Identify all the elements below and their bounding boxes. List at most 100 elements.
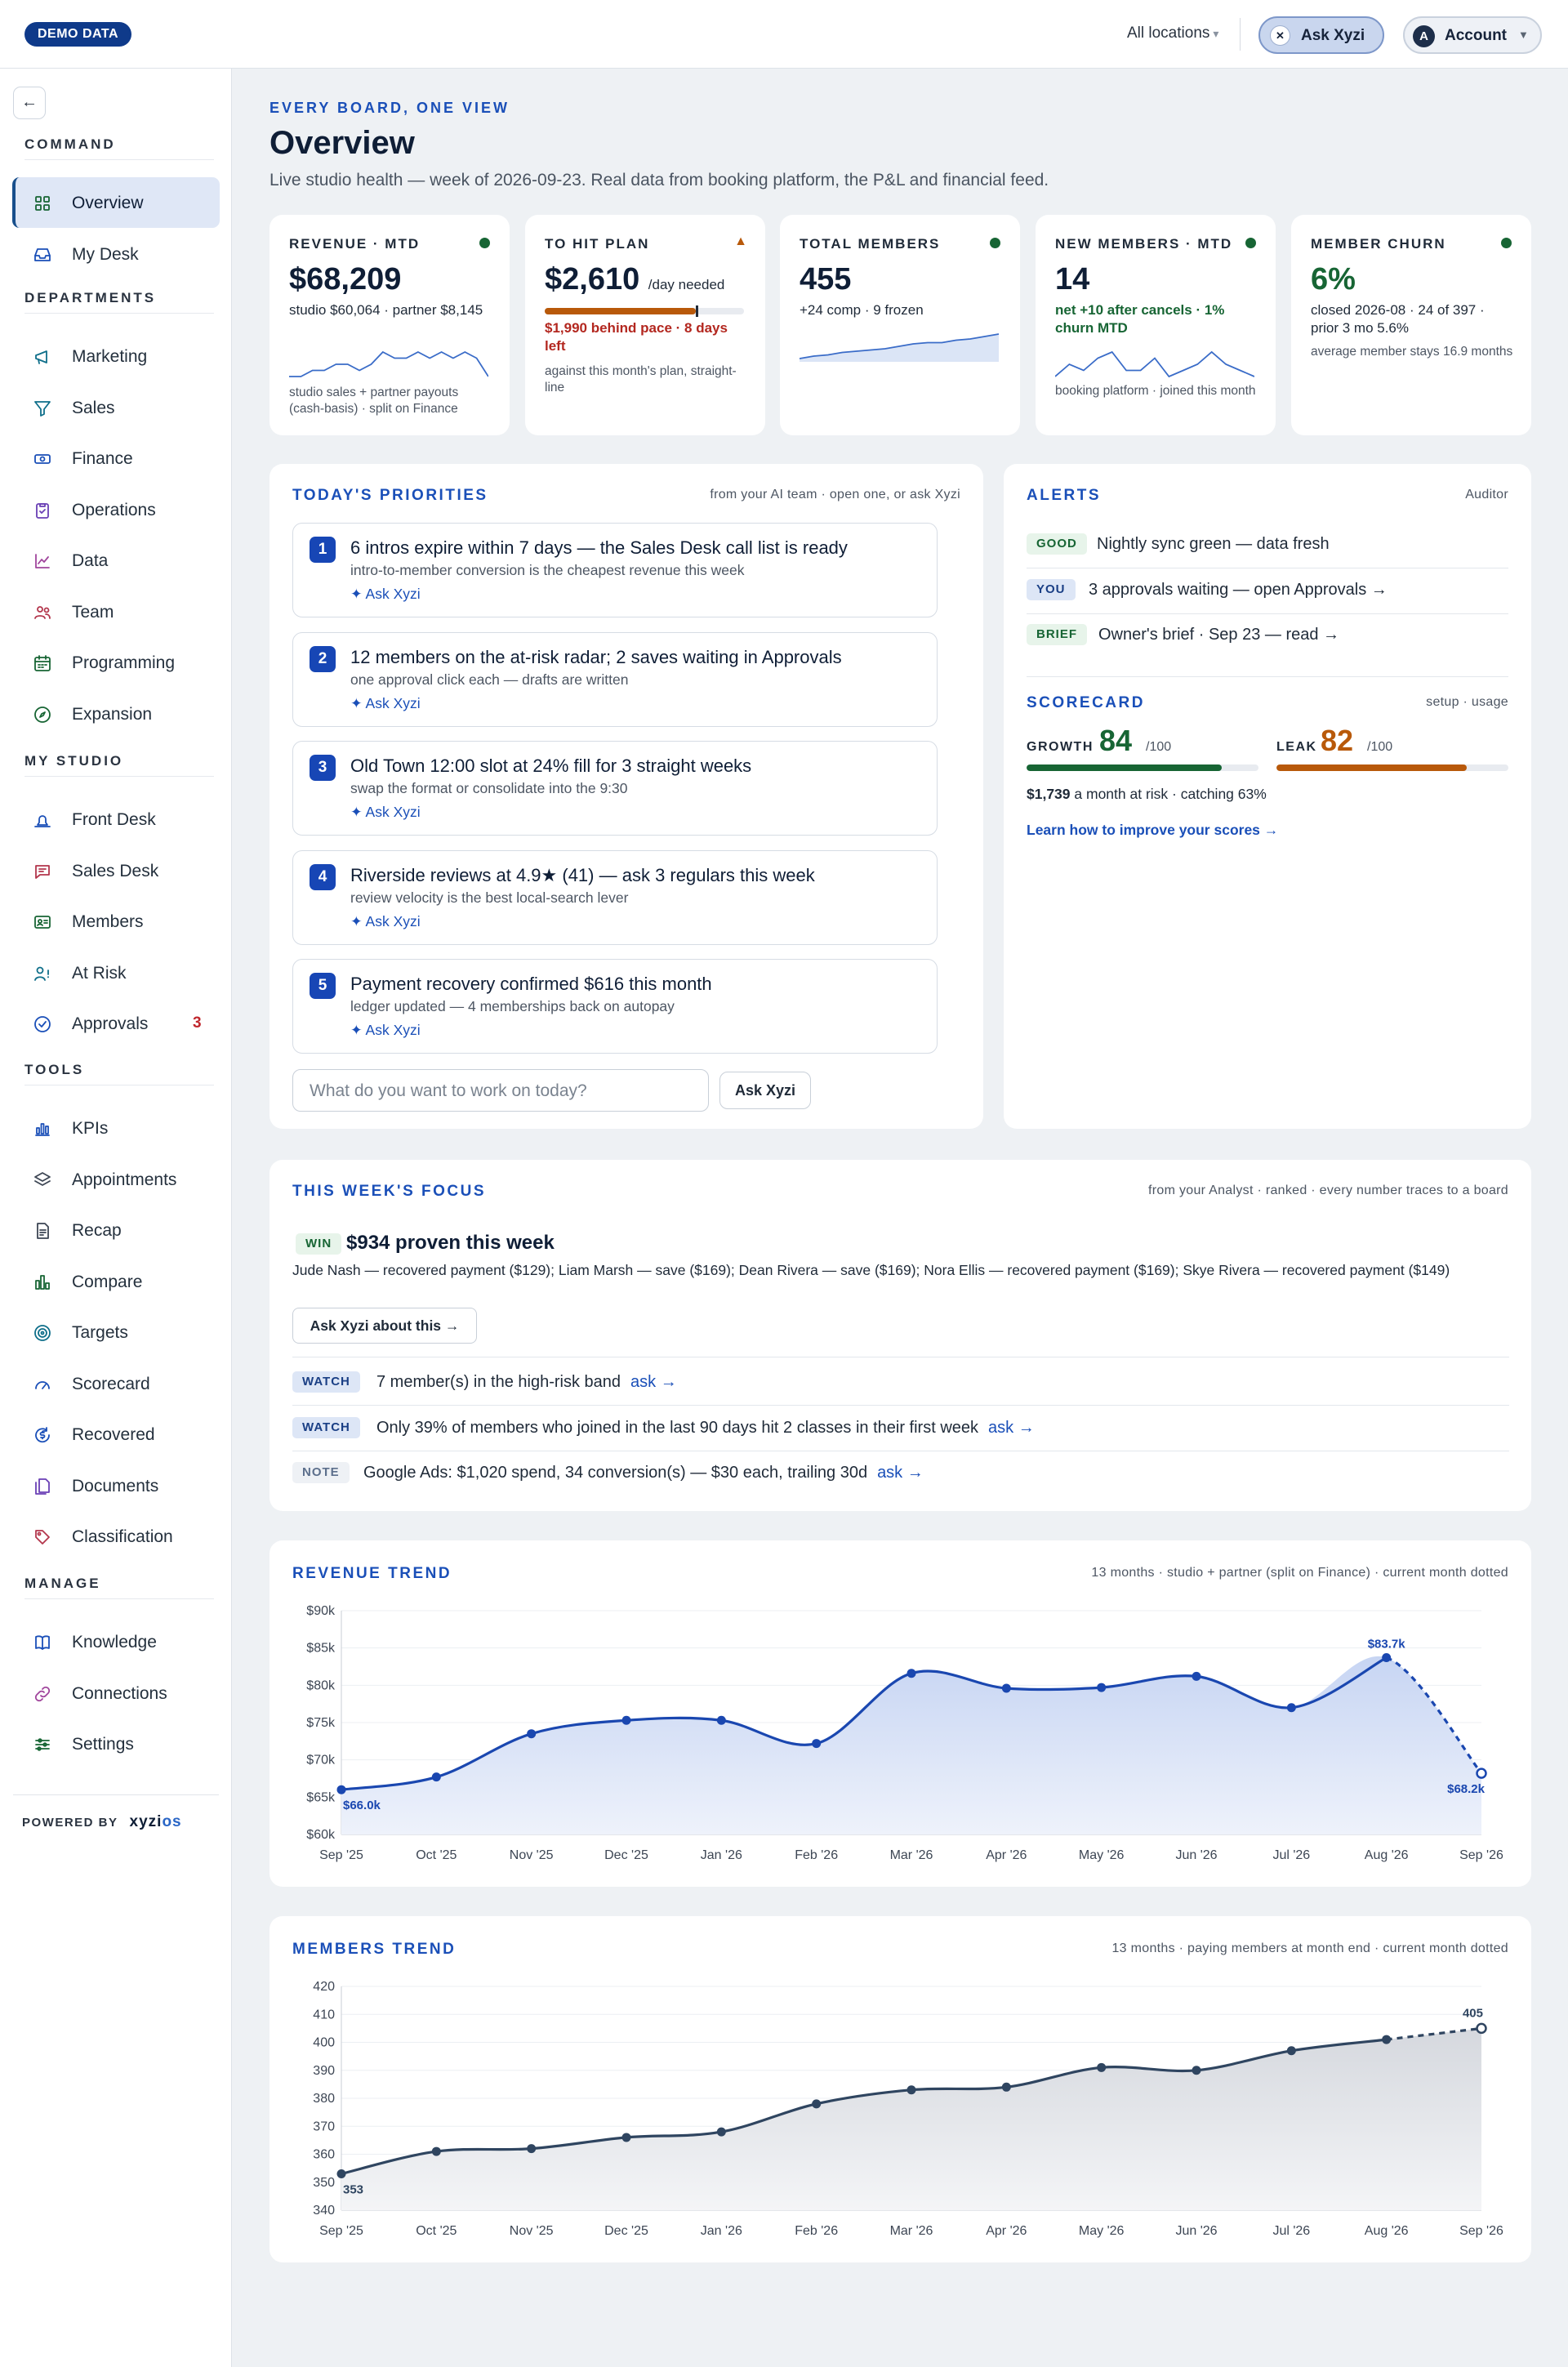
bar-chart-icon <box>33 1119 52 1139</box>
x-tick-label: Aug '26 <box>1365 1848 1409 1862</box>
bell-icon <box>33 810 52 830</box>
sidebar-item-data[interactable]: Data <box>12 535 220 586</box>
focus-ask-link[interactable]: ask → <box>630 1373 677 1391</box>
y-tick-label: $70k <box>306 1754 336 1767</box>
x-tick-label: Apr '26 <box>986 1848 1027 1862</box>
sidebar-item-compare[interactable]: Compare <box>12 1256 220 1307</box>
sidebar-item-scorecard[interactable]: Scorecard <box>12 1358 220 1409</box>
sidebar-item-at-risk[interactable]: At Risk <box>12 947 220 998</box>
alert-row[interactable]: BRIEF Owner's brief · Sep 23 — read → <box>1027 613 1508 659</box>
alerts-title: ALERTS <box>1027 487 1101 504</box>
sidebar-item-sales[interactable]: Sales <box>12 382 220 433</box>
priority-ask-xyzi-link[interactable]: ✦ Ask Xyzi <box>350 695 421 712</box>
scorecard-aside[interactable]: setup · usage <box>1426 695 1508 710</box>
kpi-sparkline <box>800 333 999 362</box>
data-point <box>621 1715 631 1725</box>
alert-row[interactable]: YOU 3 approvals waiting — open Approvals … <box>1027 568 1508 614</box>
sidebar-item-finance[interactable]: Finance <box>12 433 220 484</box>
alert-row[interactable]: GOOD Nightly sync green — data fresh <box>1027 523 1508 568</box>
x-tick-label: Jul '26 <box>1272 2224 1310 2238</box>
x-tick-label: May '26 <box>1079 1848 1125 1862</box>
sidebar-item-documents[interactable]: Documents <box>12 1460 220 1511</box>
kpi-card-1[interactable]: REVENUE · MTD $68,209 studio $60,064 · par… <box>270 215 510 435</box>
focus-ask-link[interactable]: ask → <box>877 1464 924 1482</box>
priority-item[interactable]: 3 Old Town 12:00 slot at 24% fill for 3 s… <box>292 741 938 836</box>
sidebar-item-label: Data <box>72 551 109 570</box>
priority-item[interactable]: 4 Riverside reviews at 4.9★ (41) — ask 3 … <box>292 849 938 945</box>
kpi-card-4[interactable]: NEW MEMBERS · MTD 14 net +10 after cancels… <box>1036 215 1276 435</box>
xyzi-logo-icon: ✕ <box>1270 25 1290 46</box>
x-tick-label: Oct '25 <box>416 2224 457 2238</box>
sidebar-item-settings[interactable]: Settings <box>12 1718 220 1769</box>
x-tick-label: Sep '25 <box>319 1848 363 1862</box>
sidebar-item-recap[interactable]: Recap <box>12 1205 220 1255</box>
sidebar-item-label: Finance <box>72 449 133 468</box>
priority-ask-xyzi-link[interactable]: ✦ Ask Xyzi <box>350 913 421 930</box>
sidebar-item-recovered[interactable]: Recovered <box>12 1409 220 1460</box>
sidebar-item-expansion[interactable]: Expansion <box>12 689 220 739</box>
focus-card: THIS WEEK'S FOCUS from your Analyst · ra… <box>270 1160 1531 1511</box>
sidebar-item-sales-desk[interactable]: Sales Desk <box>12 845 220 896</box>
sidebar-item-targets[interactable]: Targets <box>12 1307 220 1357</box>
sidebar-item-appointments[interactable]: Appointments <box>12 1154 220 1205</box>
ask-xyzi-submit-button[interactable]: Ask Xyzi <box>719 1072 811 1109</box>
leak-bar <box>1276 764 1508 771</box>
approvals-count-badge: 3 <box>193 1014 202 1032</box>
kpi-card-2[interactable]: TO HIT PLAN ▲ $2,610 /day needed $1,990 beh… <box>525 215 765 435</box>
sidebar-item-knowledge[interactable]: Knowledge <box>12 1616 220 1667</box>
sidebar-item-members[interactable]: Members <box>12 896 220 947</box>
kpi-value: 455 <box>800 262 852 296</box>
data-label: $66.0k <box>343 1799 381 1812</box>
improve-scores-link[interactable]: Learn how to improve your scores → <box>1027 822 1278 839</box>
x-tick-label: Jul '26 <box>1272 1848 1310 1862</box>
sidebar-item-connections[interactable]: Connections <box>12 1668 220 1718</box>
priority-item[interactable]: 1 6 intros expire within 7 days — the Sal… <box>292 523 938 617</box>
check-circle-icon <box>33 1014 52 1034</box>
sidebar-item-team[interactable]: Team <box>12 586 220 637</box>
x-tick-label: Sep '25 <box>319 2224 363 2238</box>
priority-title: Old Town 12:00 slot at 24% fill for 3 st… <box>350 756 752 776</box>
kpi-card-5[interactable]: MEMBER CHURN 6% closed 2026-08 · 24 of 397… <box>1291 215 1531 435</box>
leak-max: /100 <box>1367 740 1393 754</box>
data-point <box>1001 2082 1011 2092</box>
sidebar-item-label: Settings <box>72 1735 134 1754</box>
sidebar-item-marketing[interactable]: Marketing <box>12 331 220 381</box>
sidebar-item-operations[interactable]: Operations <box>12 484 220 535</box>
work-on-input[interactable]: What do you want to work on today? <box>292 1069 709 1112</box>
sidebar-item-kpis[interactable]: KPIs <box>12 1103 220 1153</box>
users-icon <box>33 603 52 622</box>
priority-number: 1 <box>310 537 336 563</box>
chevron-down-icon: ▼ <box>1518 29 1529 41</box>
priority-ask-xyzi-link[interactable]: ✦ Ask Xyzi <box>350 1022 421 1039</box>
location-selector[interactable]: All locations ▾ <box>1127 25 1218 42</box>
sidebar-item-approvals[interactable]: Approvals 3 <box>12 998 220 1049</box>
priority-item[interactable]: 5 Payment recovery confirmed $616 this mo… <box>292 959 938 1054</box>
priority-item[interactable]: 2 12 members on the at-risk radar; 2 save… <box>292 631 938 727</box>
sidebar-item-front-desk[interactable]: Front Desk <box>12 794 220 845</box>
ask-xyzi-button[interactable]: ✕ Ask Xyzi <box>1258 16 1384 54</box>
alert-tag: GOOD <box>1027 533 1087 555</box>
priority-number: 5 <box>310 973 336 999</box>
y-tick-label: 360 <box>313 2148 335 2162</box>
sidebar-item-classification[interactable]: Classification <box>12 1511 220 1562</box>
sidebar-item-programming[interactable]: Programming <box>12 637 220 688</box>
priority-ask-xyzi-link[interactable]: ✦ Ask Xyzi <box>350 586 421 603</box>
back-button[interactable]: ← <box>13 87 46 119</box>
sidebar-item-label: Sales Desk <box>72 861 159 880</box>
kpi-card-3[interactable]: TOTAL MEMBERS 455 +24 comp · 9 frozen <box>780 215 1020 435</box>
sidebar-item-overview[interactable]: Overview <box>12 177 220 228</box>
sidebar-item-label: My Desk <box>72 244 139 264</box>
line-chart-icon <box>33 551 52 571</box>
account-menu-button[interactable]: A Account ▼ <box>1403 16 1542 54</box>
focus-ask-link[interactable]: ask → <box>988 1419 1035 1437</box>
sidebar-item-my-desk[interactable]: My Desk <box>12 229 220 279</box>
sidebar-section-departments: DEPARTMENTS <box>24 290 215 314</box>
sidebar-item-label: Documents <box>72 1476 159 1496</box>
funnel-icon <box>33 399 52 418</box>
sidebar-item-label: Operations <box>72 500 156 519</box>
priority-ask-xyzi-link[interactable]: ✦ Ask Xyzi <box>350 804 421 821</box>
data-point <box>1286 2046 1296 2056</box>
ask-xyzi-about-win-button[interactable]: Ask Xyzi about this → <box>292 1308 477 1344</box>
alert-text: Owner's brief · Sep 23 — read → <box>1098 626 1340 644</box>
data-point <box>1382 2035 1392 2044</box>
